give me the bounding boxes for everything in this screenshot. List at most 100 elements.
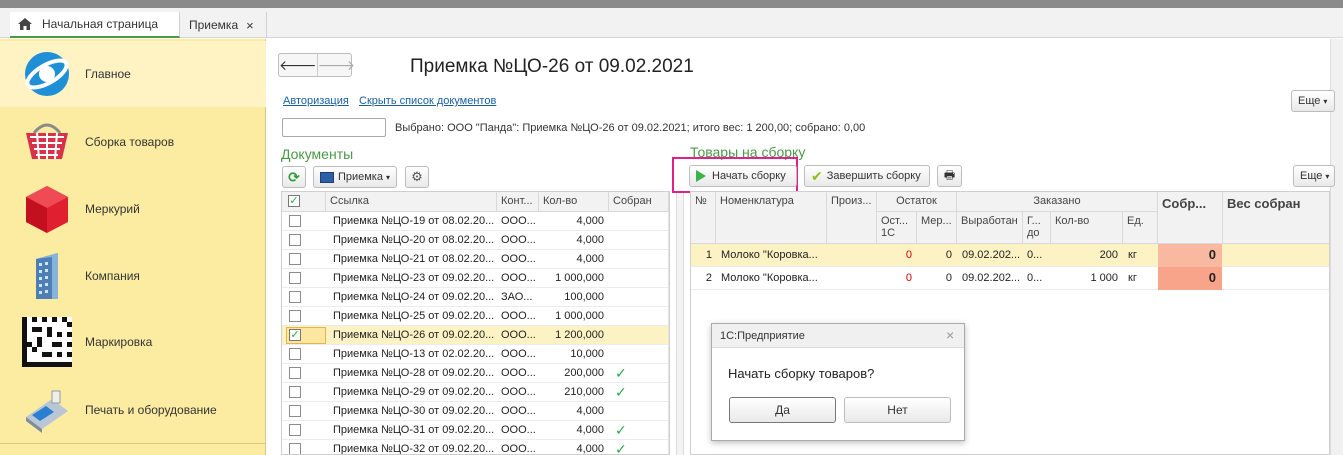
col-measure[interactable]: Мер...	[917, 212, 957, 244]
checkbox[interactable]	[289, 272, 301, 284]
doc-qty: 4,000	[576, 424, 604, 436]
table-row[interactable]: Приемка №ЦО-31 от 09.02.20... ООО... 4,000…	[282, 421, 669, 440]
filter-label: Приемка	[337, 171, 383, 183]
sidebar-divider	[0, 443, 266, 444]
row-num: 2	[705, 272, 712, 284]
row-ordered-qty: 1 000	[1090, 272, 1118, 284]
checkbox[interactable]	[289, 215, 301, 227]
refresh-button[interactable]: ⟳	[282, 166, 306, 188]
search-input[interactable]	[282, 118, 386, 137]
dialog-close-icon[interactable]: ×	[946, 327, 954, 343]
row-good-until: 0...	[1027, 249, 1043, 261]
col-num[interactable]: №	[691, 192, 716, 244]
globe-icon	[22, 49, 72, 99]
table-row[interactable]: Приемка №ЦО-19 от 08.02.20... ООО... 4,000	[282, 212, 669, 231]
sidebar-item-print[interactable]: Печать и оборудование	[0, 377, 266, 443]
row-num: 1	[705, 249, 712, 261]
table-row[interactable]: Приемка №ЦО-30 от 09.02.20... ООО... 4,000	[282, 402, 669, 421]
panel-splitter[interactable]	[676, 191, 684, 455]
doc-type-filter[interactable]: Приемка ▾	[313, 166, 397, 188]
checkbox[interactable]	[289, 253, 301, 265]
gear-icon: ⚙	[411, 169, 423, 184]
checkbox[interactable]	[289, 424, 301, 436]
page-title: Приемка №ЦО-26 от 09.02.2021	[410, 56, 694, 77]
play-icon	[696, 170, 706, 182]
back-button[interactable]: 🡐	[279, 54, 318, 76]
col-nomenclature[interactable]: Номенклатура	[716, 192, 827, 244]
table-row[interactable]: ✓ Приемка №ЦО-26 от 09.02.20... ООО... 1 20…	[282, 326, 669, 345]
doc-contractor: ООО...	[501, 234, 536, 246]
tab-priemka[interactable]: Приемка ×	[181, 12, 267, 38]
table-row[interactable]: 2 Молоко "Коровка... 0 0 09.02.202... 0... 1 0…	[691, 267, 1329, 290]
checkbox[interactable]	[289, 291, 301, 303]
close-icon[interactable]: ×	[246, 18, 254, 33]
doc-qty: 200,000	[564, 367, 604, 379]
hide-docs-link[interactable]: Скрыть список документов	[359, 95, 496, 107]
tab-home[interactable]: Начальная страница	[10, 12, 180, 38]
auth-link[interactable]: Авторизация	[283, 95, 349, 107]
col-collected[interactable]: Собран	[609, 192, 669, 212]
col-weight-collected[interactable]: Вес собран	[1223, 192, 1329, 244]
finish-assembly-button[interactable]: ✔ Завершить сборку	[804, 165, 930, 187]
col-good-until[interactable]: Г... до	[1023, 212, 1051, 244]
col-unit[interactable]: Ед.	[1123, 212, 1158, 244]
doc-contractor: ООО...	[501, 405, 536, 417]
sidebar-item-label: Главное	[85, 67, 131, 81]
building-icon	[22, 251, 72, 301]
col-producer[interactable]: Произ...	[827, 192, 877, 244]
sidebar-item-marking[interactable]: Маркировка	[0, 309, 266, 375]
doc-qty: 1 000,000	[555, 272, 604, 284]
col-made[interactable]: Выработан	[957, 212, 1023, 244]
checkbox-checked[interactable]: ✓	[286, 327, 326, 344]
table-row[interactable]: Приемка №ЦО-29 от 09.02.20... ООО... 210,0…	[282, 383, 669, 402]
table-row[interactable]: Приемка №ЦО-13 от 02.02.20... ООО... 10,00…	[282, 345, 669, 364]
checkbox[interactable]	[289, 234, 301, 246]
table-row[interactable]: Приемка №ЦО-28 от 09.02.20... ООО... 200,0…	[282, 364, 669, 383]
col-rest-1c[interactable]: Ост... 1С	[877, 212, 917, 244]
row-unit: кг	[1128, 272, 1137, 284]
settings-button[interactable]: ⚙	[405, 166, 429, 188]
checkbox[interactable]	[289, 367, 301, 379]
table-row[interactable]: Приемка №ЦО-24 от 09.02.20... ЗАО... 100,0…	[282, 288, 669, 307]
checkbox[interactable]	[289, 405, 301, 417]
checkbox[interactable]	[289, 386, 301, 398]
sidebar-item-label: Печать и оборудование	[85, 403, 217, 417]
col-contractor[interactable]: Конт...	[497, 192, 539, 212]
doc-qty: 10,000	[570, 348, 604, 360]
doc-link: Приемка №ЦО-21 от 08.02.20...	[333, 253, 495, 265]
table-row[interactable]: 1 Молоко "Коровка... 0 0 09.02.202... 0... 200…	[691, 244, 1329, 267]
col-qty[interactable]: Кол-во	[539, 192, 609, 212]
table-row[interactable]: Приемка №ЦО-23 от 09.02.20... ООО... 1 000…	[282, 269, 669, 288]
sidebar-item-assembly[interactable]: Сборка товаров	[0, 109, 266, 175]
checkbox[interactable]	[289, 443, 301, 454]
col-ordered-qty[interactable]: Кол-во	[1051, 212, 1123, 244]
sidebar-item-company[interactable]: Компания	[0, 243, 266, 309]
sidebar-item-label: Компания	[85, 269, 140, 283]
no-label: Нет	[887, 403, 908, 417]
table-row[interactable]: Приемка №ЦО-32 от 09.02.20... ООО... 4,000…	[282, 440, 669, 454]
checkbox[interactable]	[289, 310, 301, 322]
table-row[interactable]: Приемка №ЦО-21 от 08.02.20... ООО... 4,000	[282, 250, 669, 269]
table-row[interactable]: Приемка №ЦО-25 от 09.02.20... ООО... 1 000…	[282, 307, 669, 326]
col-collected-count[interactable]: Собр...	[1158, 192, 1223, 244]
table-row[interactable]: Приемка №ЦО-20 от 08.02.20... ООО... 4,000	[282, 231, 669, 250]
sidebar-item-mercury[interactable]: Меркурий	[0, 176, 266, 242]
checkbox[interactable]	[289, 348, 301, 360]
start-assembly-button[interactable]: Начать сборку	[689, 165, 797, 187]
doc-contractor: ООО...	[501, 348, 536, 360]
yes-button[interactable]: Да	[729, 397, 836, 423]
select-all-header[interactable]: ✓	[282, 192, 326, 212]
forward-button[interactable]: 🡒	[318, 54, 356, 76]
doc-link: Приемка №ЦО-29 от 09.02.20...	[333, 386, 495, 398]
checkbox-checked-icon: ✓	[288, 195, 300, 207]
no-button[interactable]: Нет	[844, 397, 951, 423]
tab-priemka-label: Приемка	[189, 18, 239, 32]
table-scrollbar[interactable]	[668, 212, 669, 454]
doc-link: Приемка №ЦО-13 от 02.02.20...	[333, 348, 495, 360]
print-button[interactable]: 🖶	[937, 165, 962, 187]
more-button-goods[interactable]: Еще ▾	[1293, 165, 1335, 187]
more-button-top[interactable]: Еще ▾	[1291, 90, 1335, 112]
sidebar-item-main[interactable]: Главное	[0, 41, 266, 107]
col-link[interactable]: Ссылка	[326, 192, 497, 212]
row-ordered-qty: 200	[1099, 249, 1118, 261]
